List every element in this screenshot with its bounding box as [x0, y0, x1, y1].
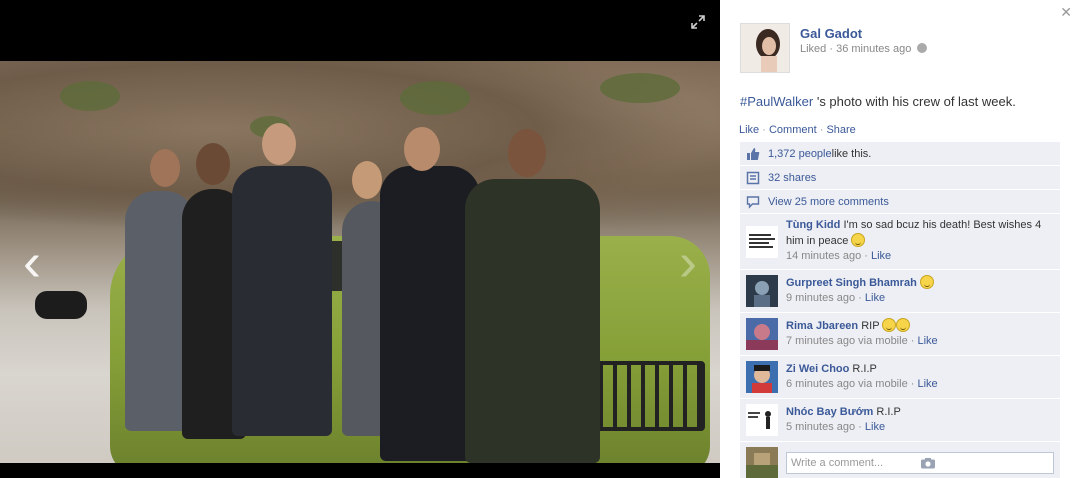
- commenter-avatar[interactable]: [746, 404, 778, 436]
- left-arrow-icon[interactable]: ‹: [12, 232, 52, 292]
- photo-car-bumper: [585, 361, 705, 431]
- comment-body: Rima Jbareen RIP 7 minutes ago via mobil…: [786, 318, 938, 349]
- commenter-avatar[interactable]: [746, 318, 778, 350]
- thumbs-up-icon: [746, 147, 760, 161]
- crying-emoji-icon: [896, 318, 911, 332]
- commenter-avatar[interactable]: [746, 275, 778, 307]
- likes-count-link[interactable]: 1,372 people: [768, 148, 832, 160]
- commenter-name[interactable]: Rima Jbareen: [786, 320, 858, 332]
- like-link[interactable]: Like: [739, 124, 759, 136]
- comment-via: via mobile: [855, 377, 908, 390]
- owner-meta: Liked · 36 minutes ago: [800, 43, 928, 55]
- right-arrow-icon[interactable]: ›: [668, 232, 708, 292]
- photo-shrub: [600, 73, 680, 103]
- crying-emoji-icon: [882, 318, 897, 332]
- meta-separator: ·: [907, 335, 918, 347]
- camera-icon[interactable]: [920, 457, 1049, 469]
- photo-shrub: [60, 81, 120, 111]
- globe-icon: [917, 43, 928, 53]
- photo-details-panel: ✕ Gal Gadot Liked · 36 minutes ago #Paul…: [720, 0, 1080, 478]
- current-user-avatar: [746, 447, 778, 478]
- comment-like-link[interactable]: Like: [871, 250, 891, 262]
- comment-time[interactable]: 5 minutes ago: [786, 421, 855, 433]
- comment-body: Tùng Kidd I'm so sad bcuz his death! Bes…: [786, 218, 1054, 264]
- close-icon[interactable]: ✕: [1060, 4, 1072, 21]
- meta-separator: ·: [855, 292, 865, 304]
- commenter-name[interactable]: Tùng Kidd: [786, 219, 840, 231]
- photo-person-head: [196, 143, 230, 185]
- meta-separator: ·: [861, 250, 871, 262]
- likes-suffix: like this.: [831, 147, 872, 160]
- owner-status: Liked: [800, 43, 827, 55]
- photo-person-head: [262, 123, 296, 165]
- share-icon: [746, 171, 760, 185]
- photo-person: [232, 166, 332, 436]
- commenter-name[interactable]: Gurpreet Singh Bhamrah: [786, 277, 917, 289]
- owner-name[interactable]: Gal Gadot: [800, 26, 862, 41]
- photo-caption: #PaulWalker 's photo with his crew of la…: [740, 94, 1016, 109]
- sad-emoji-icon: [851, 233, 866, 247]
- comment-body: Gurpreet Singh Bhamrah 9 minutes ago · L…: [786, 275, 934, 306]
- comment-item: Rima Jbareen RIP 7 minutes ago via mobil…: [740, 313, 1060, 356]
- hashtag-link[interactable]: #PaulWalker: [740, 94, 813, 109]
- photo-person-head: [508, 129, 546, 177]
- more-comments-row: View 25 more comments: [740, 190, 1060, 214]
- comment-text: R.I.P: [876, 405, 901, 418]
- commenter-avatar[interactable]: [746, 361, 778, 393]
- view-more-comments-link[interactable]: View 25 more comments: [768, 196, 889, 208]
- caption-text: 's photo with his crew of last week.: [813, 94, 1016, 109]
- comment-time[interactable]: 14 minutes ago: [786, 250, 861, 262]
- comment-text: RIP: [861, 320, 880, 332]
- commenter-name[interactable]: Nhóc Bay Bướm: [786, 406, 873, 418]
- comment-time[interactable]: 6 minutes ago: [786, 378, 855, 390]
- comment-item: Zi Wei Choo R.I.P 6 minutes ago via mobi…: [740, 356, 1060, 399]
- likes-row: 1,372 people like this.: [740, 142, 1060, 166]
- photo-person-head: [150, 149, 180, 187]
- meta-separator: ·: [907, 377, 918, 390]
- photo-person-head: [352, 161, 382, 199]
- action-separator: ·: [816, 124, 827, 136]
- comment-text: R.I.P: [852, 362, 877, 375]
- comment-like-link[interactable]: Like: [917, 378, 937, 390]
- comment-input-placeholder: Write a comment...: [791, 456, 884, 469]
- feedback-box: 1,372 people like this. 32 shares View 2…: [740, 142, 1060, 478]
- sad-emoji-icon: [919, 275, 934, 289]
- photo-person: [465, 179, 600, 463]
- comment-body: Nhóc Bay Bướm R.I.P 5 minutes ago · Like: [786, 405, 901, 435]
- share-link[interactable]: Share: [826, 124, 855, 136]
- comment-like-link[interactable]: Like: [917, 335, 937, 347]
- write-comment-row: Write a comment...: [740, 442, 1060, 478]
- comment-body: Zi Wei Choo R.I.P 6 minutes ago via mobi…: [786, 362, 938, 392]
- owner-avatar[interactable]: [740, 23, 790, 73]
- comment-time[interactable]: 9 minutes ago: [786, 292, 855, 304]
- owner-time[interactable]: 36 minutes ago: [836, 43, 911, 55]
- meta-separator: ·: [855, 420, 865, 433]
- comment-like-link[interactable]: Like: [865, 292, 885, 304]
- comment-time[interactable]: 7 minutes ago: [786, 335, 855, 347]
- action-links: Like · Comment · Share: [739, 124, 856, 136]
- comment-item: Gurpreet Singh Bhamrah 9 minutes ago · L…: [740, 270, 1060, 313]
- comment-icon: [746, 195, 760, 209]
- photo-stage: ‹ ›: [0, 0, 720, 478]
- commenter-name[interactable]: Zi Wei Choo: [786, 363, 849, 375]
- expand-icon[interactable]: [690, 14, 706, 30]
- comment-item: Tùng Kidd I'm so sad bcuz his death! Bes…: [740, 214, 1060, 270]
- photo-bag: [35, 291, 87, 319]
- comment-item: Nhóc Bay Bướm R.I.P 5 minutes ago · Like: [740, 399, 1060, 442]
- shares-row: 32 shares: [740, 166, 1060, 190]
- comment-link[interactable]: Comment: [769, 124, 817, 136]
- comment-input[interactable]: Write a comment...: [786, 451, 1054, 474]
- comment-via: via mobile: [855, 335, 908, 347]
- photo-shrub: [400, 81, 470, 115]
- comment-like-link[interactable]: Like: [865, 421, 885, 433]
- photo[interactable]: [0, 61, 720, 463]
- photo-person-head: [404, 127, 440, 171]
- shares-link[interactable]: 32 shares: [768, 172, 816, 184]
- commenter-avatar[interactable]: [746, 225, 778, 258]
- action-separator: ·: [759, 124, 769, 136]
